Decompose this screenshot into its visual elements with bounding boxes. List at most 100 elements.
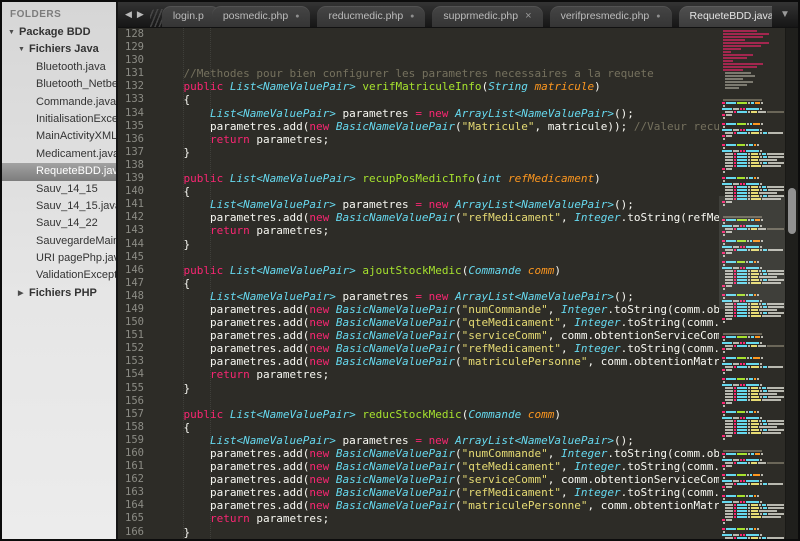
tab-label: login.p <box>173 10 204 22</box>
code-line: } <box>157 382 719 395</box>
tab-supprmedic-php[interactable]: supprmedic.php× <box>432 6 542 27</box>
line-number: 159 <box>118 434 144 447</box>
code-line: parametres.add(new BasicNameValuePair("M… <box>157 120 719 133</box>
tabs-strip: login.p posmedic.php● reducmedic.php ● suppr… <box>162 2 772 27</box>
sidebar-item-initialisationexcep[interactable]: InitialisationExcep <box>2 111 116 128</box>
editor-pane: ◀ ▶ login.p posmedic.php● reducmedic.php ● s… <box>118 2 798 539</box>
line-number: 139 <box>118 172 144 185</box>
code-line: parametres.add(new BasicNameValuePair("r… <box>157 342 719 355</box>
line-number: 166 <box>118 526 144 539</box>
code-line: { <box>157 185 719 198</box>
disclosure-closed-icon: ▶ <box>18 285 29 302</box>
code-line: } <box>157 526 719 539</box>
code-line: return parametres; <box>157 512 719 525</box>
line-number: 136 <box>118 133 144 146</box>
minimap[interactable] <box>719 28 785 539</box>
tab-label: verifpresmedic.php <box>561 10 650 22</box>
tab-overflow-menu-button[interactable]: ▼ <box>772 9 798 20</box>
code-line: { <box>157 421 719 434</box>
line-number: 161 <box>118 460 144 473</box>
code-editor-text[interactable]: //Methodes pour bien configurer les para… <box>150 28 719 539</box>
sidebar-item-label: Fichiers Java <box>29 43 99 55</box>
line-number: 133 <box>118 93 144 106</box>
line-number: 129 <box>118 41 144 54</box>
line-number-gutter: 1281291301311321331341351361371381391401… <box>118 28 150 539</box>
disclosure-open-icon: ▼ <box>8 24 19 41</box>
line-number: 163 <box>118 486 144 499</box>
modified-dot-icon: ● <box>656 13 660 20</box>
code-line: parametres.add(new BasicNameValuePair("n… <box>157 447 719 460</box>
line-number: 145 <box>118 251 144 264</box>
sidebar-item-bluetooth-netbea[interactable]: Bluetooth_Netbea <box>2 76 116 93</box>
line-number: 153 <box>118 355 144 368</box>
tab-scroll-right-button[interactable]: ▶ <box>137 9 144 20</box>
code-area: 1281291301311321331341351361371381391401… <box>118 28 798 539</box>
code-line: List<NameValuePair> parametres = new Arr… <box>157 107 719 120</box>
indent-guide <box>183 28 184 539</box>
sidebar-item-fichiers-php[interactable]: ▶Fichiers PHP <box>2 285 116 302</box>
sidebar-item-sauvegardemaina[interactable]: SauvegardeMainA <box>2 233 116 250</box>
line-number: 135 <box>118 120 144 133</box>
line-number: 157 <box>118 408 144 421</box>
code-line: parametres.add(new BasicNameValuePair("s… <box>157 329 719 342</box>
code-line: } <box>157 146 719 159</box>
sidebar-item-requetebdd-java[interactable]: RequeteBDD.java <box>2 163 116 180</box>
line-number: 143 <box>118 224 144 237</box>
code-line: parametres.add(new BasicNameValuePair("m… <box>157 355 719 368</box>
line-number: 128 <box>118 28 144 41</box>
sidebar-item-sauv-14-15-java[interactable]: Sauv_14_15.java <box>2 198 116 215</box>
tab-posmedic-php[interactable]: posmedic.php● <box>212 6 311 27</box>
tab-requetebdd-java[interactable]: RequeteBDD.java● <box>679 6 772 27</box>
line-number: 142 <box>118 211 144 224</box>
code-line: parametres.add(new BasicNameValuePair("q… <box>157 460 719 473</box>
code-line <box>157 395 719 408</box>
line-number: 164 <box>118 499 144 512</box>
tab-verifpresmedic-php[interactable]: verifpresmedic.php ● <box>550 6 672 27</box>
app-window: FOLDERS ▼Package BDD▼Fichiers JavaBlueto… <box>0 0 800 541</box>
vertical-scrollbar[interactable] <box>785 28 798 539</box>
sidebar-item-uri-pagephp-java[interactable]: URI pagePhp.java <box>2 250 116 267</box>
sidebar-item-bluetooth-java[interactable]: Bluetooth.java <box>2 59 116 76</box>
line-number: 132 <box>118 80 144 93</box>
sidebar-item-sauv-14-22[interactable]: Sauv_14_22 <box>2 215 116 232</box>
indent-guide <box>210 28 211 539</box>
tab-scroll-left-button[interactable]: ◀ <box>125 9 132 20</box>
line-number: 149 <box>118 303 144 316</box>
scrollbar-thumb[interactable] <box>788 188 796 234</box>
line-number: 148 <box>118 290 144 303</box>
code-line: parametres.add(new BasicNameValuePair("r… <box>157 486 719 499</box>
modified-dot-icon: ● <box>295 13 299 20</box>
sidebar-item-label: Package BDD <box>19 26 91 38</box>
tab-label: reducmedic.php <box>328 10 403 22</box>
line-number: 144 <box>118 238 144 251</box>
line-number: 150 <box>118 316 144 329</box>
sidebar-item-commande-java[interactable]: Commande.java <box>2 94 116 111</box>
code-line: parametres.add(new BasicNameValuePair("r… <box>157 211 719 224</box>
sidebar-item-label: Commande.java <box>36 96 116 108</box>
line-number: 131 <box>118 67 144 80</box>
code-line: return parametres; <box>157 368 719 381</box>
code-line: return parametres; <box>157 224 719 237</box>
line-number: 146 <box>118 264 144 277</box>
code-line <box>157 28 719 41</box>
sidebar-item-medicament-java[interactable]: Medicament.java <box>2 146 116 163</box>
sidebar-item-sauv-14-15[interactable]: Sauv_14_15 <box>2 181 116 198</box>
sidebar-item-package-bdd[interactable]: ▼Package BDD <box>2 24 116 41</box>
tab-reducmedic-php[interactable]: reducmedic.php ● <box>317 6 425 27</box>
line-number: 165 <box>118 512 144 525</box>
code-line: List<NameValuePair> parametres = new Arr… <box>157 198 719 211</box>
close-tab-icon[interactable]: × <box>525 10 531 22</box>
sidebar-item-label: MainActivityXML.x <box>36 130 116 142</box>
sidebar-item-fichiers-java[interactable]: ▼Fichiers Java <box>2 41 116 58</box>
line-number: 160 <box>118 447 144 460</box>
sidebar-item-label: Sauv_14_22 <box>36 217 98 229</box>
sidebar-item-validationexceptio[interactable]: ValidationExceptio <box>2 267 116 284</box>
sidebar-item-label: Bluetooth_Netbea <box>36 78 116 90</box>
code-line: } <box>157 238 719 251</box>
sidebar-item-mainactivityxml-x[interactable]: MainActivityXML.x <box>2 128 116 145</box>
code-line: public List<NameValuePair> recupPosMedic… <box>157 172 719 185</box>
line-number: 151 <box>118 329 144 342</box>
line-number: 141 <box>118 198 144 211</box>
code-line <box>157 251 719 264</box>
modified-dot-icon: ● <box>410 13 414 20</box>
